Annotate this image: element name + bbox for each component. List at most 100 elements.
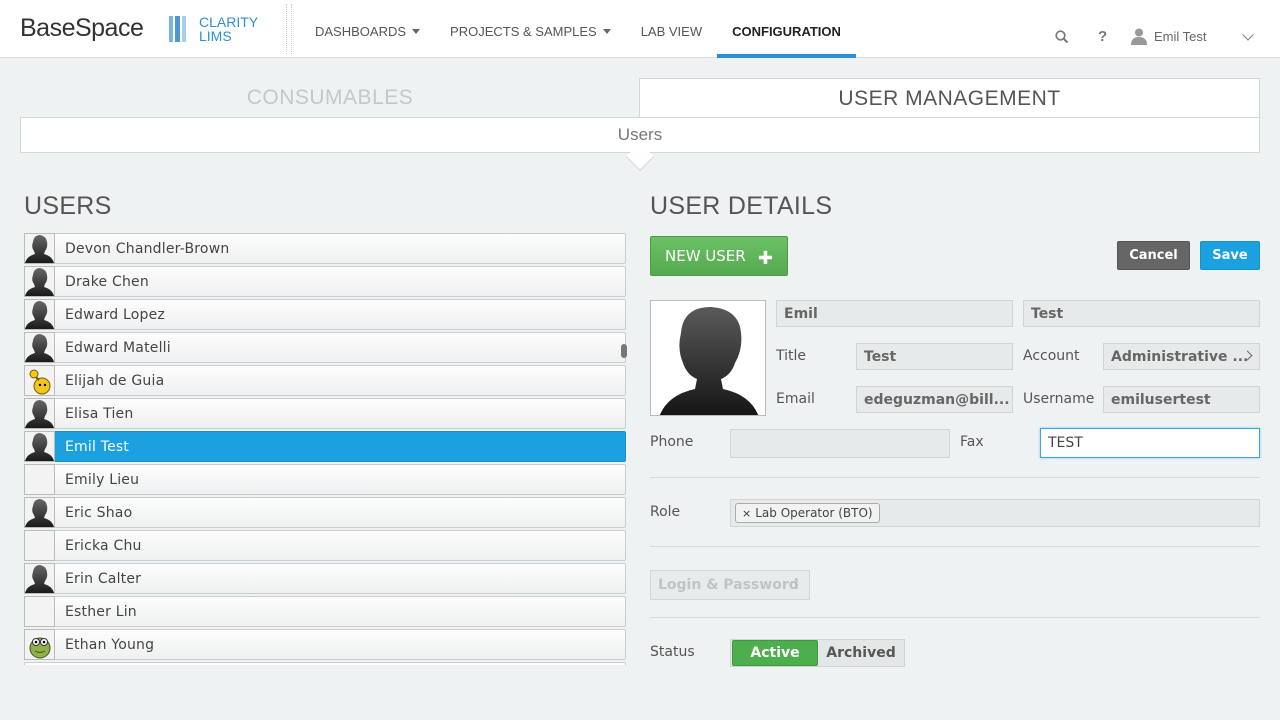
title-field[interactable]: Test (856, 343, 1013, 370)
user-name: Ethan Young (65, 636, 155, 653)
user-list-item[interactable]: Emily Lieu (24, 464, 626, 495)
clarity-logo-line1: CLARITY (199, 14, 259, 30)
nav-lab-view-label: LAB VIEW (640, 23, 703, 39)
user-name: Drake Chen (65, 273, 149, 290)
title-label: Title (776, 348, 807, 364)
nav-dashboards[interactable]: DASHBOARDS (300, 0, 435, 58)
nav-configuration[interactable]: CONFIGURATION (717, 0, 856, 58)
role-label: Role (650, 504, 681, 520)
user-list-item[interactable] (24, 662, 626, 665)
plus-icon: ✚ (757, 248, 773, 269)
users-list[interactable]: Devon Chandler-Brown Drake Chen Edward Lop… (24, 233, 626, 665)
remove-tag-icon[interactable]: × (742, 507, 751, 520)
fax-label: Fax (960, 434, 984, 450)
user-list-item[interactable]: Ethan Young (24, 629, 626, 660)
user-list-item[interactable]: Edward Matelli (24, 332, 626, 363)
user-list-item[interactable]: Ericka Chu (24, 530, 626, 561)
help-icon[interactable]: ? (1098, 28, 1107, 45)
cancel-button[interactable]: Cancel (1117, 241, 1190, 270)
user-name: Edward Lopez (65, 306, 165, 323)
account-label: Account (1023, 348, 1080, 364)
nav-configuration-label: CONFIGURATION (732, 23, 841, 39)
first-name-field[interactable]: Emil (776, 300, 1013, 327)
divider (650, 617, 1260, 618)
user-avatar (24, 596, 55, 627)
save-button[interactable]: Save (1200, 241, 1260, 270)
role-tag: × Lab Operator (BTO) (735, 503, 880, 523)
user-menu[interactable]: Emil Test (1131, 28, 1207, 45)
tab-user-management[interactable]: USER MANAGEMENT (639, 78, 1260, 118)
status-archived-button[interactable]: Archived (818, 640, 904, 666)
user-avatar (24, 299, 55, 330)
nav-projects-samples[interactable]: PROJECTS & SAMPLES (435, 0, 626, 58)
caret-down-icon (602, 28, 611, 34)
user-name: Erin Calter (65, 570, 142, 587)
status-toggle: Active Archived (730, 639, 905, 667)
status-active-button[interactable]: Active (732, 640, 818, 666)
caret-down-icon (412, 28, 421, 34)
user-avatar (24, 464, 55, 495)
user-name: Emil Test (65, 438, 130, 455)
basespace-logo[interactable]: BaseSpace (20, 14, 144, 43)
user-avatar (24, 365, 55, 396)
user-name: Devon Chandler-Brown (65, 240, 230, 257)
user-name: Elijah de Guia (65, 372, 165, 389)
user-avatar (24, 233, 55, 264)
account-value: Administrative ... (1111, 348, 1249, 365)
scrollbar-thumb[interactable] (621, 344, 627, 358)
header-divider (286, 4, 292, 54)
user-name: Ericka Chu (65, 537, 142, 554)
login-password-button[interactable]: Login & Password (650, 570, 810, 600)
nav-dashboards-label: DASHBOARDS (315, 23, 407, 39)
divider (650, 477, 1260, 478)
user-list-item[interactable]: Esther Lin (24, 596, 626, 627)
new-user-label: NEW USER (665, 247, 746, 265)
login-password-label: Login & Password (658, 577, 799, 593)
user-details-title: USER DETAILS (650, 192, 833, 220)
phone-field[interactable] (730, 429, 950, 458)
role-tag-label: Lab Operator (BTO) (755, 506, 873, 520)
username-field[interactable]: emilusertest (1103, 386, 1260, 413)
user-avatar (24, 431, 55, 462)
user-avatar (24, 332, 55, 363)
user-name: Edward Matelli (65, 339, 171, 356)
user-avatar (24, 266, 55, 297)
email-field[interactable]: edeguzman@bill... (856, 386, 1013, 413)
chevron-down-icon[interactable] (1242, 29, 1254, 41)
clarity-lims-logo[interactable]: CLARITY LIMS (199, 15, 258, 43)
clarity-logo-line2: LIMS (199, 28, 232, 44)
new-user-button[interactable]: NEW USER ✚ (650, 236, 788, 276)
username-label: Username (1023, 391, 1095, 407)
divider (650, 546, 1260, 547)
user-list-item[interactable]: Eric Shao (24, 497, 626, 528)
search-icon[interactable] (1055, 30, 1069, 48)
nav-lab-view[interactable]: LAB VIEW (626, 0, 717, 58)
user-avatar (24, 398, 55, 429)
user-silhouette-icon (659, 307, 759, 415)
tab-consumables[interactable]: CONSUMABLES (20, 78, 640, 118)
user-name: Emily Lieu (65, 471, 140, 488)
status-label: Status (650, 644, 695, 660)
user-list-item[interactable]: Elijah de Guia (24, 365, 626, 396)
user-avatar (24, 563, 55, 594)
user-avatar (24, 497, 55, 528)
user-name: Esther Lin (65, 603, 137, 620)
user-list-item[interactable]: Erin Calter (24, 563, 626, 594)
user-list-item[interactable]: Edward Lopez (24, 299, 626, 330)
user-list-item[interactable]: Elisa Tien (24, 398, 626, 429)
phone-label: Phone (650, 434, 694, 450)
user-name: Elisa Tien (65, 405, 134, 422)
account-select[interactable]: Administrative ... (1103, 343, 1260, 370)
user-list-item[interactable]: Emil Test (24, 431, 626, 462)
last-name-field[interactable]: Test (1023, 300, 1260, 327)
main-nav: DASHBOARDS PROJECTS & SAMPLES LAB VIEW C… (300, 0, 856, 58)
user-name: Emil Test (1154, 29, 1207, 44)
user-photo[interactable] (650, 300, 766, 416)
user-list-item[interactable]: Drake Chen (24, 266, 626, 297)
email-label: Email (776, 391, 815, 407)
user-avatar (24, 530, 55, 561)
nav-projects-samples-label: PROJECTS & SAMPLES (450, 23, 597, 39)
user-icon (1131, 28, 1147, 45)
fax-field[interactable]: TEST (1040, 428, 1260, 458)
user-list-item[interactable]: Devon Chandler-Brown (24, 233, 626, 264)
